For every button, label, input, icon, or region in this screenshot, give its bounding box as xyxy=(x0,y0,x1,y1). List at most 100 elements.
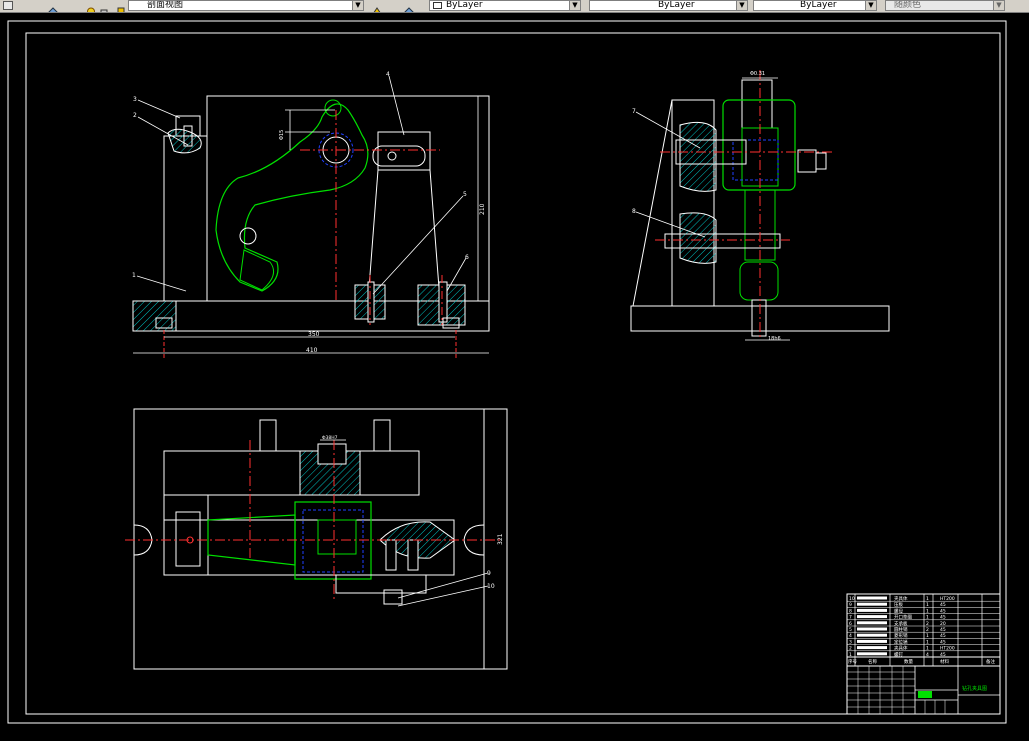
front-clamp-bracket xyxy=(377,131,431,171)
parts-name: 定位销 xyxy=(894,638,908,645)
chevron-down-icon[interactable]: ▼ xyxy=(352,1,363,10)
layer-state-icon[interactable] xyxy=(48,1,58,12)
base-hatch-left xyxy=(132,300,177,332)
label-9: 9 xyxy=(487,570,491,577)
top-view[interactable]: Φ38H7 321 9 10 xyxy=(125,408,508,670)
parts-qty: 1 xyxy=(926,602,929,608)
label-4: 4 xyxy=(386,71,390,78)
section-hatch xyxy=(167,128,202,154)
header-remark: 备注 xyxy=(986,658,995,665)
named-view-combo[interactable]: 剖面视图 ▼ xyxy=(128,0,364,11)
lock-icon[interactable] xyxy=(99,1,109,12)
parts-drawing-no xyxy=(857,627,887,631)
parts-seq: 2 xyxy=(849,646,852,652)
parts-drawing-no xyxy=(857,652,887,656)
color-control[interactable]: ByLayer ▼ xyxy=(429,0,581,11)
drawing-svg[interactable]: 350 410 210 Φ15 3 2 1 4 5 6 Φ0.31 18h6 7… xyxy=(0,12,1029,737)
plot-style-value: 随颜色 xyxy=(894,0,922,10)
chevron-down-icon[interactable]: ▼ xyxy=(993,1,1004,10)
parts-material: 45 xyxy=(940,615,946,621)
parts-material: 45 xyxy=(940,627,946,633)
plot-style-control[interactable]: 随颜色 ▼ xyxy=(885,0,1005,11)
chevron-down-icon[interactable]: ▼ xyxy=(569,1,580,10)
parts-material: 45 xyxy=(940,608,946,614)
named-view-value: 剖面视图 xyxy=(147,0,184,10)
lineweight-control[interactable]: ByLayer ▼ xyxy=(753,0,877,11)
drawing-canvas[interactable]: 350 410 210 Φ15 3 2 1 4 5 6 Φ0.31 18h6 7… xyxy=(0,12,1029,737)
parts-qty: 1 xyxy=(926,596,929,602)
parts-material: HT200 xyxy=(940,596,955,602)
parts-drawing-no xyxy=(857,633,887,637)
parts-drawing-no xyxy=(857,608,887,612)
front-left-column xyxy=(163,135,208,302)
freeze-icon[interactable] xyxy=(86,1,96,12)
parts-seq: 6 xyxy=(849,621,852,627)
parts-name: 支承板 xyxy=(894,620,908,627)
parts-drawing-no xyxy=(857,596,887,600)
parts-qty: 2 xyxy=(926,621,929,627)
layer-previous-icon[interactable] xyxy=(404,1,414,12)
parts-qty: 1 xyxy=(926,608,929,614)
dim-top-right: 321 xyxy=(497,533,504,545)
dim-410: 410 xyxy=(306,347,318,354)
parts-qty: 1 xyxy=(926,633,929,639)
parts-qty: 1 xyxy=(926,646,929,652)
dim-slot: Φ38H7 xyxy=(322,435,338,441)
parts-seq: 1 xyxy=(849,652,852,658)
parts-material: 45 xyxy=(940,633,946,639)
linetype-control-value: ByLayer xyxy=(658,0,695,10)
app-icon[interactable] xyxy=(3,1,13,10)
parts-list-rows: 10 夹具体 1 HT200 9 压板 1 45 8 螺母 1 45 7 开口垫圈 1 45 6 支承板 2 20 5 圆… xyxy=(847,595,1000,658)
chevron-down-icon[interactable]: ▼ xyxy=(865,1,876,10)
dim-hole: Φ15 xyxy=(279,130,285,140)
side-view[interactable]: Φ0.31 18h6 7 8 xyxy=(630,70,890,342)
parts-material: 20 xyxy=(940,621,946,627)
parts-seq: 4 xyxy=(849,633,852,639)
header-seq: 序号 xyxy=(848,658,857,665)
side-workpiece xyxy=(722,99,796,191)
drawing-title: 钻孔夹具图 xyxy=(962,685,987,692)
dim-side-bottom: 18h6 xyxy=(768,336,781,342)
make-current-layer-icon[interactable] xyxy=(372,1,382,12)
label-5: 5 xyxy=(463,191,467,198)
front-view[interactable]: 350 410 210 Φ15 3 2 1 4 5 6 xyxy=(132,71,490,360)
parts-seq: 10 xyxy=(849,596,855,602)
linetype-control[interactable]: ByLayer ▼ xyxy=(589,0,748,11)
dim-350: 350 xyxy=(308,331,320,338)
parts-seq: 9 xyxy=(849,602,852,608)
dim-210: 210 xyxy=(479,203,486,215)
parts-qty: 1 xyxy=(926,639,929,645)
parts-qty: 2 xyxy=(926,627,929,633)
parts-seq: 3 xyxy=(849,639,852,645)
parts-drawing-no xyxy=(857,602,887,606)
label-7: 7 xyxy=(632,108,636,115)
header-material: 材料 xyxy=(940,658,949,665)
parts-drawing-no xyxy=(857,646,887,650)
header-qty: 数量 xyxy=(904,658,913,665)
parts-drawing-no xyxy=(857,621,887,625)
parts-seq: 8 xyxy=(849,608,852,614)
label-3: 1 xyxy=(132,272,136,279)
color-square-icon[interactable] xyxy=(116,1,126,12)
parts-name: 螺钉 xyxy=(894,651,903,658)
parts-material: HT200 xyxy=(940,646,955,652)
label-2: 2 xyxy=(133,112,137,119)
parts-name: 菱形销 xyxy=(894,632,908,639)
chevron-down-icon[interactable]: ▼ xyxy=(736,1,747,10)
parts-name: 夹具体 xyxy=(894,645,908,652)
color-control-value: ByLayer xyxy=(446,0,483,10)
label-8: 8 xyxy=(632,208,636,215)
title-block[interactable]: 10 夹具体 1 HT200 9 压板 1 45 8 螺母 1 45 7 开口垫圈 1 45 6 支承板 2 20 5 圆… xyxy=(846,593,1001,715)
parts-drawing-no xyxy=(857,615,887,619)
front-back-plate xyxy=(206,95,490,302)
parts-qty: 1 xyxy=(926,615,929,621)
label-6: 6 xyxy=(465,254,469,261)
parts-material: 45 xyxy=(940,652,946,658)
parts-name: 开口垫圈 xyxy=(894,614,912,621)
dim-side-top: Φ0.31 xyxy=(750,71,765,77)
color-swatch-icon xyxy=(433,2,442,9)
parts-seq: 7 xyxy=(849,615,852,621)
scale-box xyxy=(918,691,932,698)
parts-name: 夹具体 xyxy=(894,595,908,602)
parts-material: 45 xyxy=(940,602,946,608)
